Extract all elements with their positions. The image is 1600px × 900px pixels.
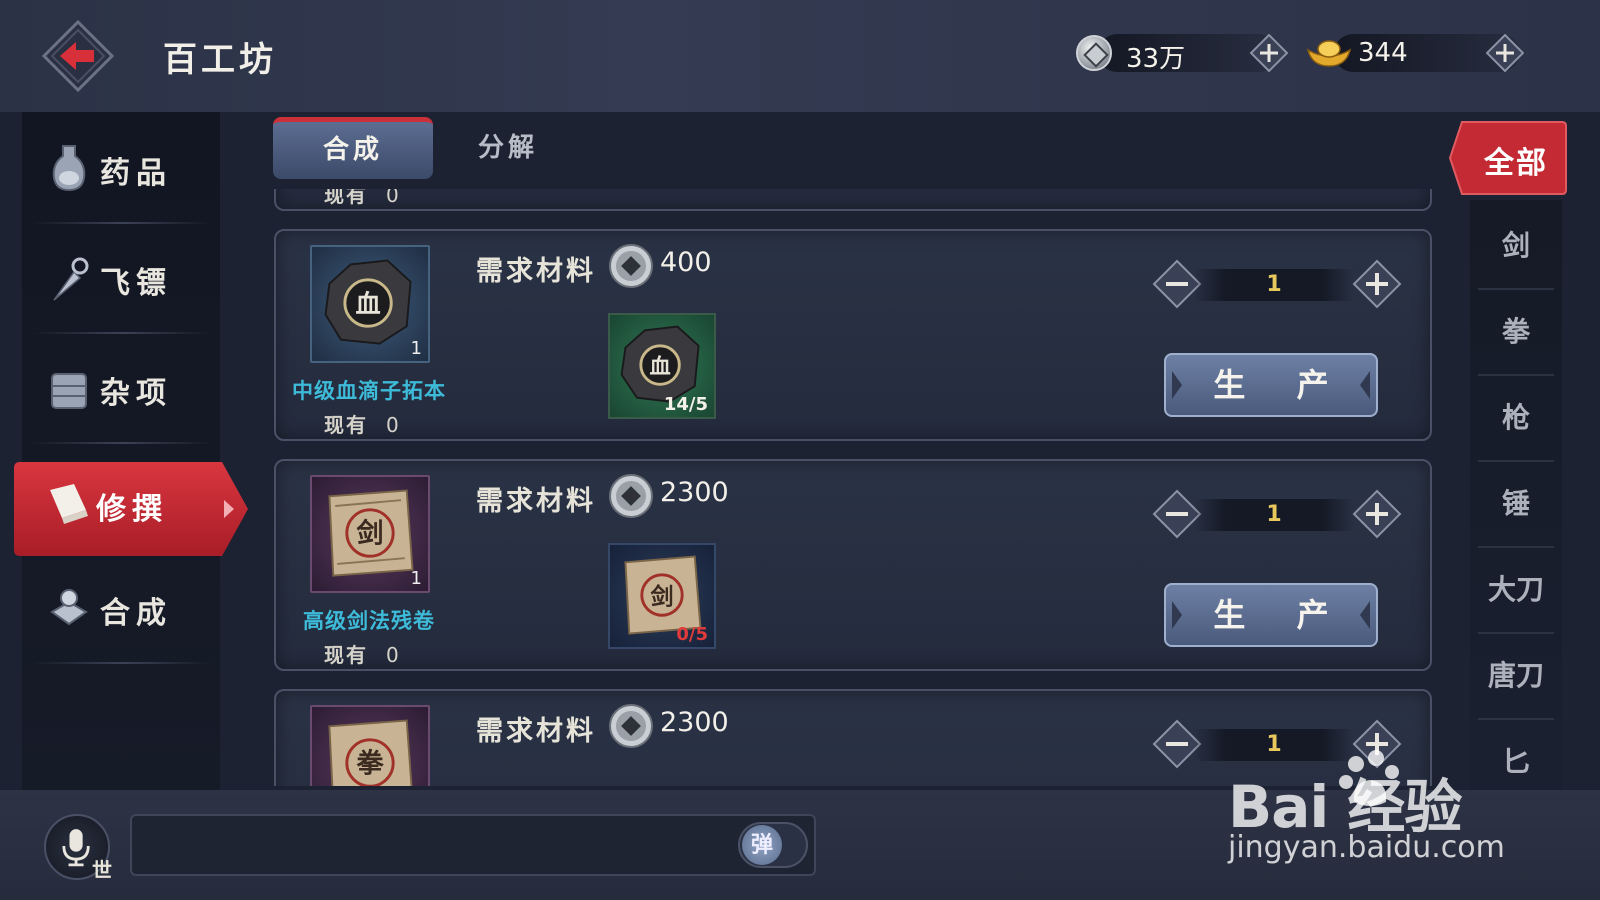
divider <box>32 662 212 664</box>
recipe-card: 拳 需求材料 2300 1 <box>274 689 1432 786</box>
silver-coin-icon <box>1076 35 1112 71</box>
world-channel-label: 世 <box>92 858 112 882</box>
filter-broadsword[interactable]: 大刀 <box>1470 548 1562 632</box>
gold-ingot-icon <box>1306 40 1352 67</box>
fist-manual-scroll-icon: 拳 <box>328 719 413 786</box>
produce-button[interactable]: 生 产 <box>1164 353 1378 417</box>
menu-item-medicine[interactable]: 药品 <box>22 112 220 222</box>
item-slot[interactable]: 血 1 <box>310 245 430 363</box>
menu-item-misc[interactable]: 杂项 <box>22 332 220 442</box>
recipe-card: 血 1 中级血滴子拓本 现有 0 需求材料 400 血 14/5 1 生 产 <box>274 229 1432 441</box>
chat-input[interactable] <box>130 814 816 876</box>
produce-label: 生 产 <box>1213 596 1349 634</box>
menu-item-label: 修撰 <box>96 492 168 527</box>
add-silver-button[interactable] <box>1250 34 1288 72</box>
menu-item-label: 飞镖 <box>100 266 172 301</box>
potion-icon <box>52 145 86 192</box>
back-button[interactable] <box>42 20 114 92</box>
owned-count: 现有 0 <box>324 409 401 438</box>
silver-coin-icon <box>609 474 653 518</box>
item-count: 1 <box>410 568 422 589</box>
page-title: 百工坊 <box>163 40 277 80</box>
tab-synthesize[interactable]: 合成 <box>273 117 433 179</box>
owned-value: 0 <box>386 413 401 437</box>
recipe-card: 现有 0 <box>274 189 1432 211</box>
filter-hammer[interactable]: 锤 <box>1470 462 1562 546</box>
quantity-field[interactable]: 1 <box>1194 729 1354 761</box>
silver-cost: 2300 <box>660 707 729 738</box>
silver-cost: 400 <box>660 247 712 278</box>
silver-coin-icon <box>609 704 653 748</box>
svg-text:剑: 剑 <box>649 584 673 611</box>
svg-text:血: 血 <box>649 354 670 379</box>
owned-label: 现有 <box>324 189 368 207</box>
gold-amount: 344 <box>1358 38 1408 68</box>
filter-fist[interactable]: 拳 <box>1470 290 1562 374</box>
silver-coin-icon <box>609 244 653 288</box>
dart-icon <box>53 257 89 301</box>
quantity-value: 1 <box>1266 732 1282 757</box>
tab-decompose[interactable]: 分解 <box>428 117 588 179</box>
menu-item-synthesis[interactable]: 合成 <box>22 552 220 662</box>
produce-label: 生 产 <box>1213 366 1349 404</box>
quantity-value: 1 <box>1266 272 1282 297</box>
menu-item-label: 杂项 <box>100 376 172 411</box>
chest-icon <box>51 373 87 409</box>
owned-value: 0 <box>386 189 401 207</box>
item-slot[interactable]: 剑 1 <box>310 475 430 593</box>
recipe-card: 剑 1 高级剑法残卷 现有 0 需求材料 2300 剑 0/5 1 生 产 <box>274 459 1432 671</box>
owned-label: 现有 <box>324 643 368 667</box>
filter-sword[interactable]: 剑 <box>1470 204 1562 288</box>
svg-text:拳: 拳 <box>355 749 384 780</box>
item-name: 中级血滴子拓本 <box>292 378 446 403</box>
filter-tang-blade[interactable]: 唐刀 <box>1470 634 1562 718</box>
item-slot[interactable]: 拳 <box>310 705 430 786</box>
required-materials-label: 需求材料 <box>476 716 596 747</box>
recipe-list[interactable]: 现有 0 血 1 中级血滴子拓本 现有 0 需求材料 400 血 14/5 1 … <box>274 189 1434 786</box>
material-count: 14/5 <box>663 394 708 415</box>
owned-label: 现有 <box>324 413 368 437</box>
owned-count: 现有 0 <box>324 189 401 208</box>
quantity-field[interactable]: 1 <box>1194 269 1354 301</box>
owned-count: 现有 0 <box>324 639 401 668</box>
filter-dagger[interactable]: 匕 <box>1470 720 1562 790</box>
item-count: 1 <box>410 338 422 359</box>
divider <box>32 442 212 444</box>
increase-quantity-button[interactable] <box>1352 259 1402 309</box>
owned-value: 0 <box>386 643 401 667</box>
silver-amount: 33万 <box>1126 44 1186 74</box>
filter-label: 全部 <box>1484 146 1548 181</box>
required-materials-label: 需求材料 <box>476 486 596 517</box>
increase-quantity-button[interactable] <box>1352 489 1402 539</box>
menu-item-label: 合成 <box>100 596 172 631</box>
produce-button[interactable]: 生 产 <box>1164 583 1378 647</box>
add-gold-button[interactable] <box>1486 34 1524 72</box>
menu-item-label: 药品 <box>100 156 172 191</box>
material-slot[interactable]: 剑 0/5 <box>608 543 716 649</box>
filter-spear[interactable]: 枪 <box>1470 376 1562 460</box>
silver-cost: 2300 <box>660 477 729 508</box>
danmaku-toggle[interactable]: 弹 <box>738 822 808 868</box>
anvil-icon <box>50 589 88 626</box>
quantity-value: 1 <box>1266 502 1282 527</box>
material-count: 0/5 <box>676 624 708 645</box>
danmaku-label: 弹 <box>742 825 782 865</box>
required-materials-label: 需求材料 <box>476 256 596 287</box>
svg-text:剑: 剑 <box>356 518 383 550</box>
menu-item-dart[interactable]: 飞镖 <box>22 222 220 332</box>
item-name: 高级剑法残卷 <box>303 608 435 633</box>
quantity-field[interactable]: 1 <box>1194 499 1354 531</box>
category-menu: 药品 飞镖 杂项 合成 <box>22 112 220 792</box>
material-slot[interactable]: 血 14/5 <box>608 313 716 419</box>
increase-quantity-button[interactable] <box>1352 719 1402 769</box>
svg-text:血: 血 <box>356 289 381 319</box>
